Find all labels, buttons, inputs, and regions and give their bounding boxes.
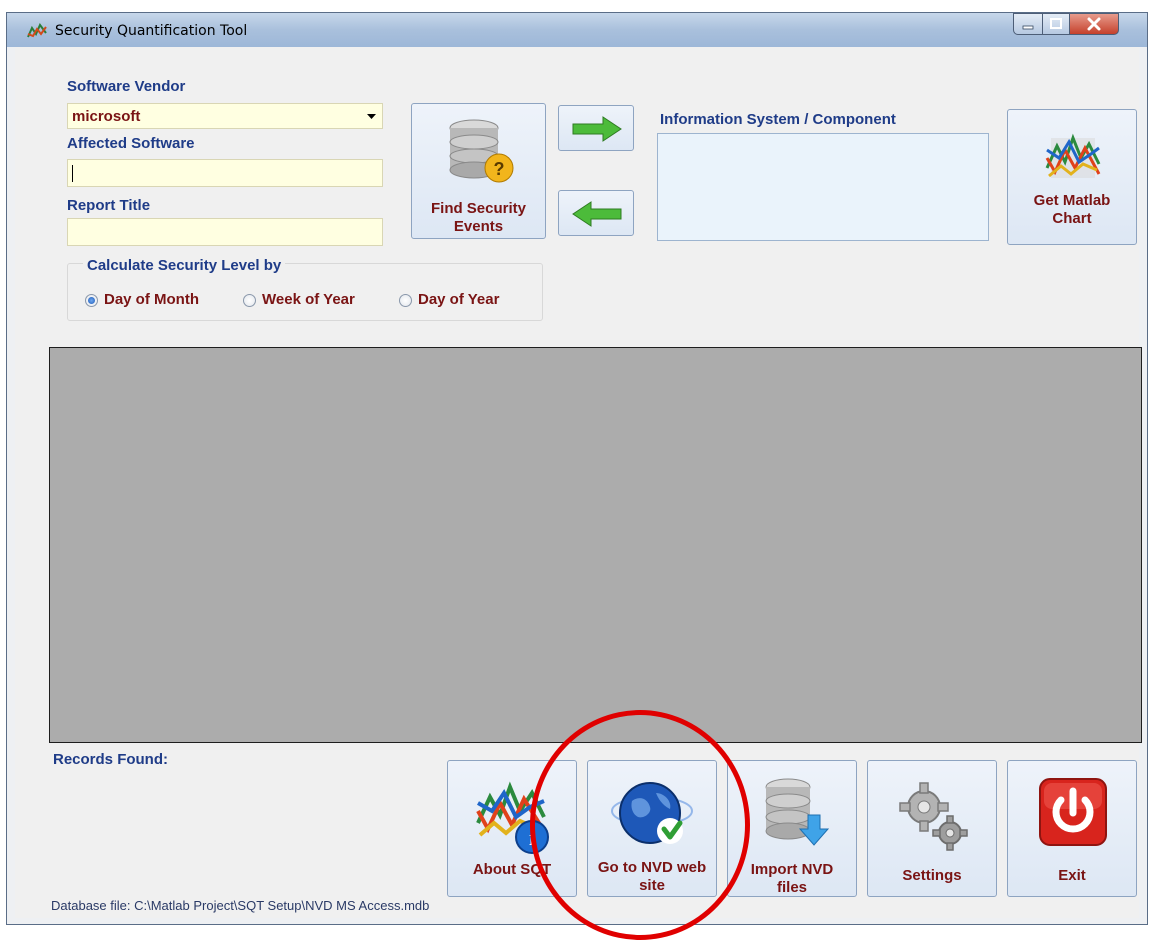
settings-button[interactable]: Settings	[867, 760, 997, 897]
about-chart-icon: i	[476, 781, 549, 854]
svg-text:i: i	[529, 825, 535, 850]
client-area: Software Vendor microsoft Affected Softw…	[15, 47, 1142, 918]
report-title-input[interactable]	[67, 218, 383, 246]
gears-icon	[899, 782, 968, 851]
vendor-value: microsoft	[72, 108, 141, 125]
radio-week-of-year[interactable]	[243, 294, 256, 307]
radio-label-day-of-year[interactable]: Day of Year	[418, 291, 499, 308]
vendor-dropdown[interactable]: microsoft	[67, 103, 383, 129]
minimize-icon	[1022, 25, 1034, 30]
database-import-icon	[765, 778, 830, 846]
arrow-right-icon	[572, 116, 622, 142]
window-title: Security Quantification Tool	[55, 23, 248, 39]
radio-label-day-of-month[interactable]: Day of Month	[104, 291, 199, 308]
remove-arrow-button[interactable]	[558, 190, 634, 236]
find-security-events-button[interactable]: ? Find Security Events	[411, 103, 546, 239]
exit-button[interactable]: Exit	[1007, 760, 1137, 897]
vendor-label: Software Vendor	[67, 78, 186, 95]
database-file-status: Database file: C:\Matlab Project\SQT Set…	[51, 898, 430, 913]
text-caret	[72, 165, 73, 182]
matlab-chart-icon	[27, 23, 47, 38]
exit-label: Exit	[1058, 867, 1086, 884]
close-button[interactable]	[1069, 13, 1119, 35]
about-sqt-button[interactable]: i About SQT	[447, 760, 577, 897]
report-title-label: Report Title	[67, 197, 151, 214]
info-system-label: Information System / Component	[660, 111, 896, 128]
find-security-events-label: Find Security Events	[430, 200, 527, 235]
close-icon	[1087, 17, 1101, 31]
radio-day-of-month[interactable]	[85, 294, 98, 307]
radio-label-week-of-year[interactable]: Week of Year	[262, 291, 355, 308]
go-to-nvd-label: Go to NVD web site	[597, 859, 707, 894]
svg-text:?: ?	[494, 159, 505, 179]
globe-download-icon	[611, 782, 693, 844]
maximize-button[interactable]	[1042, 13, 1070, 35]
about-sqt-label: About SQT	[472, 861, 552, 878]
matlab-chart-icon	[1045, 133, 1101, 178]
affected-software-label: Affected Software	[67, 135, 195, 152]
app-window: Security Quantification Tool Software Ve…	[6, 12, 1148, 925]
maximize-icon	[1050, 18, 1062, 29]
title-bar[interactable]: Security Quantification Tool	[7, 13, 1147, 47]
chevron-down-icon	[367, 114, 376, 119]
import-nvd-files-label: Import NVD files	[750, 861, 834, 896]
get-matlab-chart-button[interactable]: Get Matlab Chart	[1007, 109, 1137, 245]
settings-label: Settings	[902, 867, 962, 884]
affected-software-input[interactable]	[67, 159, 383, 187]
add-arrow-button[interactable]	[558, 105, 634, 151]
calculate-group-label: Calculate Security Level by	[83, 257, 286, 274]
power-icon	[1039, 778, 1107, 846]
minimize-button[interactable]	[1013, 13, 1043, 35]
arrow-left-icon	[572, 201, 622, 227]
radio-day-of-year[interactable]	[399, 294, 412, 307]
get-matlab-chart-label: Get Matlab Chart	[1033, 192, 1111, 227]
results-panel[interactable]	[49, 347, 1142, 743]
database-question-icon: ?	[449, 119, 514, 183]
go-to-nvd-button[interactable]: Go to NVD web site	[587, 760, 717, 897]
info-system-listbox[interactable]	[657, 133, 989, 241]
import-nvd-files-button[interactable]: Import NVD files	[727, 760, 857, 897]
records-found-label: Records Found:	[53, 751, 168, 768]
